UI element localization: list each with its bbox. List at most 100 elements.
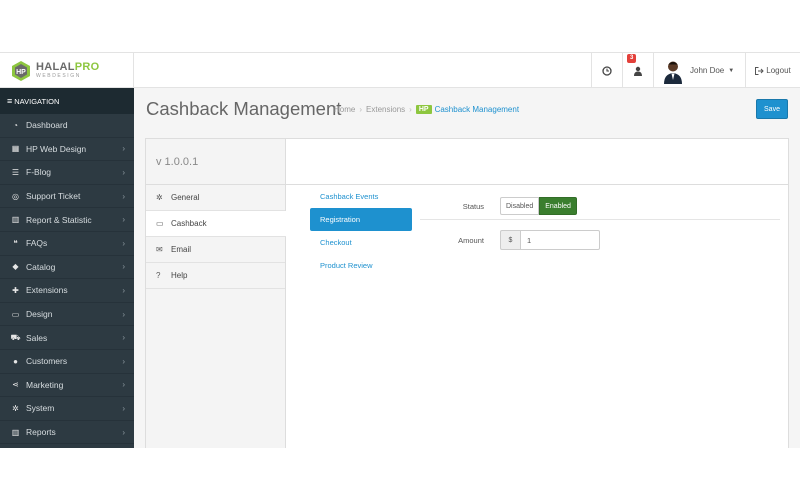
sidebar-item-system[interactable]: ✲ System ›: [0, 397, 134, 421]
tab-email[interactable]: ✉ Email: [146, 237, 285, 263]
tab-label: General: [171, 193, 200, 202]
sidebar-item-label: Report & Statistic: [26, 214, 92, 225]
notifications-button[interactable]: 3: [622, 53, 653, 88]
sidebar-item-dashboard[interactable]: ◔ Dashboard: [0, 114, 134, 138]
list-icon: ☰: [11, 167, 20, 177]
amount-input[interactable]: [520, 230, 600, 250]
logout-button[interactable]: Logout: [745, 53, 800, 88]
sidebar-item-hp-web-design[interactable]: ▦ HP Web Design ›: [0, 138, 134, 162]
cog-icon: ✲: [12, 403, 19, 413]
amount-label: Amount: [458, 235, 484, 245]
sidebar: ≡ NAVIGATION ◔ Dashboard ▦ HP Web Design › ☰ F…: [0, 88, 134, 448]
tab-general[interactable]: ✲ General: [146, 185, 285, 211]
sidebar-item-marketing[interactable]: ⋖ Marketing ›: [0, 374, 134, 398]
page-title: Cashback Management: [146, 98, 342, 119]
cog-icon: ✲: [156, 193, 163, 202]
subtab-product-review[interactable]: Product Review: [310, 254, 412, 277]
sidebar-item-label: Catalog: [26, 261, 56, 272]
notification-badge: 3: [627, 54, 637, 63]
sidebar-item-reports[interactable]: ▥ Reports ›: [0, 421, 134, 445]
chevron-right-icon: ›: [122, 191, 125, 201]
brand-wordmark: HALALPRO WEBDESIGN: [36, 62, 100, 79]
sidebar-item-customers[interactable]: ● Customers ›: [0, 350, 134, 374]
chevron-right-icon: ›: [122, 262, 125, 272]
breadcrumb-separator-icon: ›: [409, 105, 412, 114]
puzzle-icon: ✚: [12, 285, 19, 295]
breadcrumb-extensions[interactable]: Extensions: [366, 105, 405, 114]
top-header: HP HALALPRO WEBDESIGN 3 John Doe ▼ Logou…: [0, 52, 800, 88]
avatar: [662, 57, 684, 84]
version-label: v 1.0.0.1: [146, 139, 286, 185]
sidebar-item-support-ticket[interactable]: ◎ Support Ticket ›: [0, 185, 134, 209]
tab-cashback[interactable]: ▭ Cashback: [146, 211, 286, 237]
amount-row: Amount $: [420, 225, 770, 255]
status-enabled-option[interactable]: Enabled: [539, 197, 577, 215]
main-content: Cashback Management Home › Extensions › …: [134, 88, 800, 448]
logout-label: Logout: [766, 66, 791, 75]
brand-name-part1: HALAL: [36, 61, 75, 73]
user-icon: ●: [13, 356, 18, 366]
hp-badge: HP: [415, 105, 432, 114]
sidebar-item-design[interactable]: ▭ Design ›: [0, 303, 134, 327]
navigation-heading-label: NAVIGATION: [14, 96, 60, 106]
breadcrumb-current[interactable]: Cashback Management: [435, 105, 520, 114]
sidebar-item-report-statistic[interactable]: ▥ Report & Statistic ›: [0, 208, 134, 232]
sign-out-icon: [755, 66, 764, 75]
user-name: John Doe: [690, 66, 725, 75]
app-window: HP HALALPRO WEBDESIGN 3 John Doe ▼ Logou…: [0, 52, 800, 448]
subtab-registration[interactable]: Registration: [310, 208, 412, 231]
sidebar-item-label: Reports: [26, 427, 56, 438]
brand-tagline: WEBDESIGN: [36, 73, 81, 79]
sidebar-item-label: Marketing: [26, 379, 64, 390]
sidebar-item-label: FAQs: [26, 238, 48, 249]
settings-tabs: ✲ General ▭ Cashback ✉ Email? Help: [146, 185, 286, 448]
sidebar-item-catalog[interactable]: ◆ Catalog ›: [0, 256, 134, 280]
cashback-event-tabs: Cashback Events Registration Checkout Produ…: [310, 185, 412, 277]
sidebar-item-sales[interactable]: ⛟ Sales ›: [0, 326, 134, 350]
tab-help[interactable]: ? Help: [146, 263, 285, 289]
breadcrumb-home[interactable]: Home: [334, 105, 355, 114]
chevron-right-icon: ›: [122, 356, 125, 366]
sidebar-item-label: Support Ticket: [26, 191, 81, 202]
bar-chart-icon: ▥: [11, 427, 20, 437]
chevron-right-icon: ›: [122, 380, 125, 390]
brand-logo[interactable]: HP HALALPRO WEBDESIGN: [0, 53, 134, 88]
navigation-heading[interactable]: ≡ NAVIGATION: [0, 88, 134, 114]
comments-icon: ❝: [13, 238, 18, 248]
status-disabled-option[interactable]: Disabled: [500, 197, 540, 215]
tag-icon: ◆: [12, 262, 19, 272]
chevron-right-icon: ›: [122, 167, 125, 177]
chevron-right-icon: ›: [122, 333, 125, 343]
sidebar-item-label: Extensions: [26, 285, 68, 296]
breadcrumb: Home › Extensions › HP Cashback Manageme…: [334, 105, 519, 114]
chevron-right-icon: ›: [122, 144, 125, 154]
sidebar-item-label: F-Blog: [26, 167, 52, 178]
question-icon: ?: [156, 271, 161, 280]
subtab-checkout[interactable]: Checkout: [310, 231, 412, 254]
user-alert-icon: [634, 66, 642, 76]
tab-label: Help: [171, 271, 188, 280]
lifebuoy-icon: ◎: [12, 191, 19, 201]
chevron-right-icon: ›: [122, 285, 125, 295]
sidebar-item-extensions[interactable]: ✚ Extensions ›: [0, 279, 134, 303]
cart-icon: ⛟: [10, 332, 21, 342]
save-button[interactable]: Save: [756, 99, 788, 119]
share-icon: ⋖: [12, 380, 19, 390]
chevron-right-icon: ›: [122, 215, 125, 225]
sidebar-item-f-blog[interactable]: ☰ F-Blog ›: [0, 161, 134, 185]
bar-chart-icon: ▥: [11, 215, 20, 225]
brand-name-part2: PRO: [74, 61, 100, 73]
sidebar-item-label: Dashboard: [26, 120, 68, 131]
sidebar-item-faqs[interactable]: ❝ FAQs ›: [0, 232, 134, 256]
status-row: Status Disabled Enabled: [420, 191, 770, 221]
breadcrumb-separator-icon: ›: [359, 105, 363, 114]
chevron-right-icon: ›: [122, 427, 125, 437]
subtab-cashback-events[interactable]: Cashback Events: [310, 185, 412, 208]
amount-input-group: $: [500, 230, 600, 250]
sidebar-item-label: Customers: [26, 356, 68, 367]
user-menu[interactable]: John Doe ▼: [653, 53, 745, 88]
menu-bars-icon: ≡: [7, 96, 13, 106]
sidebar-item-label: HP Web Design: [26, 143, 87, 154]
history-button[interactable]: [591, 53, 622, 88]
chevron-right-icon: ›: [122, 238, 125, 248]
